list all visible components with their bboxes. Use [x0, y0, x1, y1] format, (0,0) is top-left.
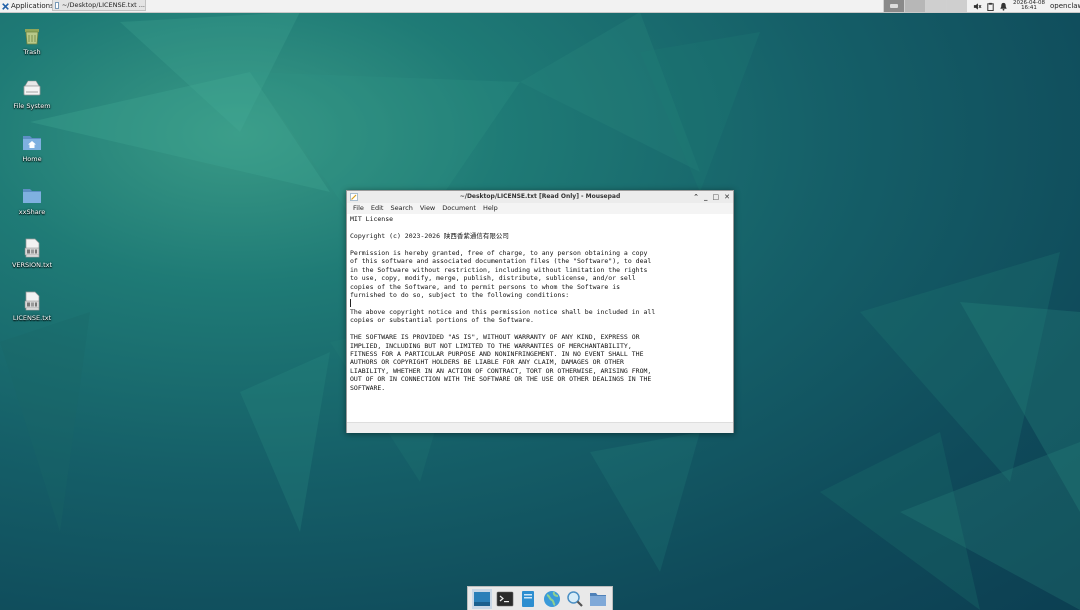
bottom-dock	[467, 586, 613, 610]
menu-file[interactable]: File	[353, 203, 364, 214]
text-line: to use, copy, modify, merge, publish, di…	[350, 274, 636, 283]
web-browser-icon	[543, 590, 560, 607]
text-editor-icon	[55, 1, 59, 9]
clock[interactable]: 2026-04-08 16:41	[1012, 0, 1046, 12]
text-line: The above copyright notice and this perm…	[350, 307, 656, 316]
workspace-1[interactable]	[883, 0, 904, 12]
text-caret	[350, 299, 351, 308]
applications-label: Applications	[11, 2, 54, 10]
dock-search[interactable]	[565, 589, 585, 609]
desktop-icon-label: File System	[13, 102, 51, 110]
dock-file-manager[interactable]	[518, 589, 538, 609]
text-line: copies of the Software, and to permit pe…	[350, 282, 621, 291]
terminal-icon	[496, 591, 514, 606]
notification-bell-icon[interactable]	[999, 2, 1008, 11]
menu-view[interactable]: View	[420, 203, 435, 214]
text-line	[350, 240, 730, 248]
text-line: in the Software without restriction, inc…	[350, 265, 648, 274]
menu-document[interactable]: Document	[442, 203, 476, 214]
desktop-icon-xxshare[interactable]: xxShare	[6, 184, 58, 216]
desktop-icon-label: xxShare	[18, 208, 46, 216]
dock-folder[interactable]	[588, 589, 608, 609]
text-line: Copyright (c) 2023-2026 陕西香紫通信有限公司	[350, 231, 509, 240]
dock-terminal[interactable]	[495, 589, 515, 609]
text-line: Permission is hereby granted, free of ch…	[350, 248, 648, 257]
menu-edit[interactable]: Edit	[371, 203, 384, 214]
desktop-icon-trash[interactable]: Trash	[6, 24, 58, 56]
drive-icon	[23, 80, 41, 96]
text-editor-area[interactable]: MIT License Copyright (c) 2023-2026 陕西香紫…	[350, 215, 730, 418]
workspace-3[interactable]	[925, 0, 946, 12]
workspace-switcher[interactable]	[883, 0, 967, 12]
text-line: MIT License	[350, 215, 394, 223]
desktop-icon-version-txt[interactable]: VERSION.txt	[6, 237, 58, 269]
clock-time: 16:41	[1021, 5, 1037, 11]
desktop-icon-label: VERSION.txt	[11, 261, 53, 269]
status-bar	[347, 422, 733, 433]
mousepad-window: ~/Desktop/LICENSE.txt [Read Only] - Mous…	[346, 190, 734, 433]
desktop-icon-label: Trash	[23, 48, 41, 56]
dock-web-browser[interactable]	[542, 589, 562, 609]
text-line: of this software and associated document…	[350, 257, 652, 266]
desktop-icon-home[interactable]: Home	[6, 131, 58, 163]
text-line	[350, 223, 730, 231]
text-line	[350, 325, 730, 333]
taskbar-window-button[interactable]: ~/Desktop/LICENSE.txt ...	[52, 0, 146, 11]
home-folder-icon	[23, 136, 41, 150]
text-line: SOFTWARE.	[350, 383, 386, 392]
system-tray	[973, 1, 1008, 11]
taskbar-window-title: ~/Desktop/LICENSE.txt ...	[61, 1, 145, 9]
menu-help[interactable]: Help	[483, 203, 498, 214]
desktop-icon-label: Home	[22, 155, 42, 163]
dock-show-desktop[interactable]	[471, 588, 492, 609]
window-title: ~/Desktop/LICENSE.txt [Read Only] - Mous…	[459, 193, 621, 200]
text-cursor-line	[350, 299, 730, 308]
text-file-icon	[24, 238, 40, 258]
minimize-button[interactable]: _	[704, 191, 708, 203]
text-line: OUT OF OR IN CONNECTION WITH THE SOFTWAR…	[350, 375, 652, 384]
xfce-logo-icon	[2, 2, 9, 10]
search-icon	[567, 590, 583, 607]
window-controls: ⌃ _ □ ✕	[693, 191, 730, 203]
desktop-icon-license-txt[interactable]: LICENSE.txt	[6, 290, 58, 322]
applications-menu[interactable]: Applications	[0, 0, 57, 12]
close-button[interactable]: ✕	[724, 191, 730, 203]
folder-icon	[23, 189, 41, 203]
menu-bar: File Edit Search View Document Help	[347, 203, 733, 214]
maximize-button[interactable]: □	[713, 191, 720, 203]
top-panel: Applications ~/Desktop/LICENSE.txt ... 2…	[0, 0, 1080, 13]
desktop-icon-label: LICENSE.txt	[12, 314, 52, 322]
user-menu[interactable]: openclaw	[1050, 0, 1080, 12]
clipboard-icon[interactable]	[986, 2, 995, 11]
text-line: THE SOFTWARE IS PROVIDED "AS IS", WITHOU…	[350, 333, 640, 342]
file-manager-icon	[522, 590, 535, 607]
text-file-icon	[24, 291, 40, 311]
workspace-2[interactable]	[904, 0, 925, 12]
desktop-icon-file-system[interactable]: File System	[6, 78, 58, 110]
text-line: copies or substantial portions of the So…	[350, 316, 534, 325]
folder-icon	[590, 592, 607, 606]
shade-button[interactable]: ⌃	[693, 191, 699, 203]
text-line: FITNESS FOR A PARTICULAR PURPOSE AND NON…	[350, 350, 644, 358]
text-line: AUTHORS OR COPYRIGHT HOLDERS BE LIABLE F…	[350, 358, 624, 367]
window-titlebar[interactable]: ~/Desktop/LICENSE.txt [Read Only] - Mous…	[347, 191, 733, 203]
show-desktop-icon	[473, 591, 490, 606]
volume-muted-icon[interactable]	[973, 2, 982, 11]
text-line: IMPLIED, INCLUDING BUT NOT LIMITED TO TH…	[350, 341, 632, 350]
text-line: LIABILITY, WHETHER IN AN ACTION OF CONTR…	[350, 366, 652, 375]
menu-search[interactable]: Search	[390, 203, 412, 214]
trash-icon	[25, 29, 39, 45]
text-line: furnished to do so, subject to the follo…	[350, 290, 570, 299]
workspace-4[interactable]	[946, 0, 967, 12]
